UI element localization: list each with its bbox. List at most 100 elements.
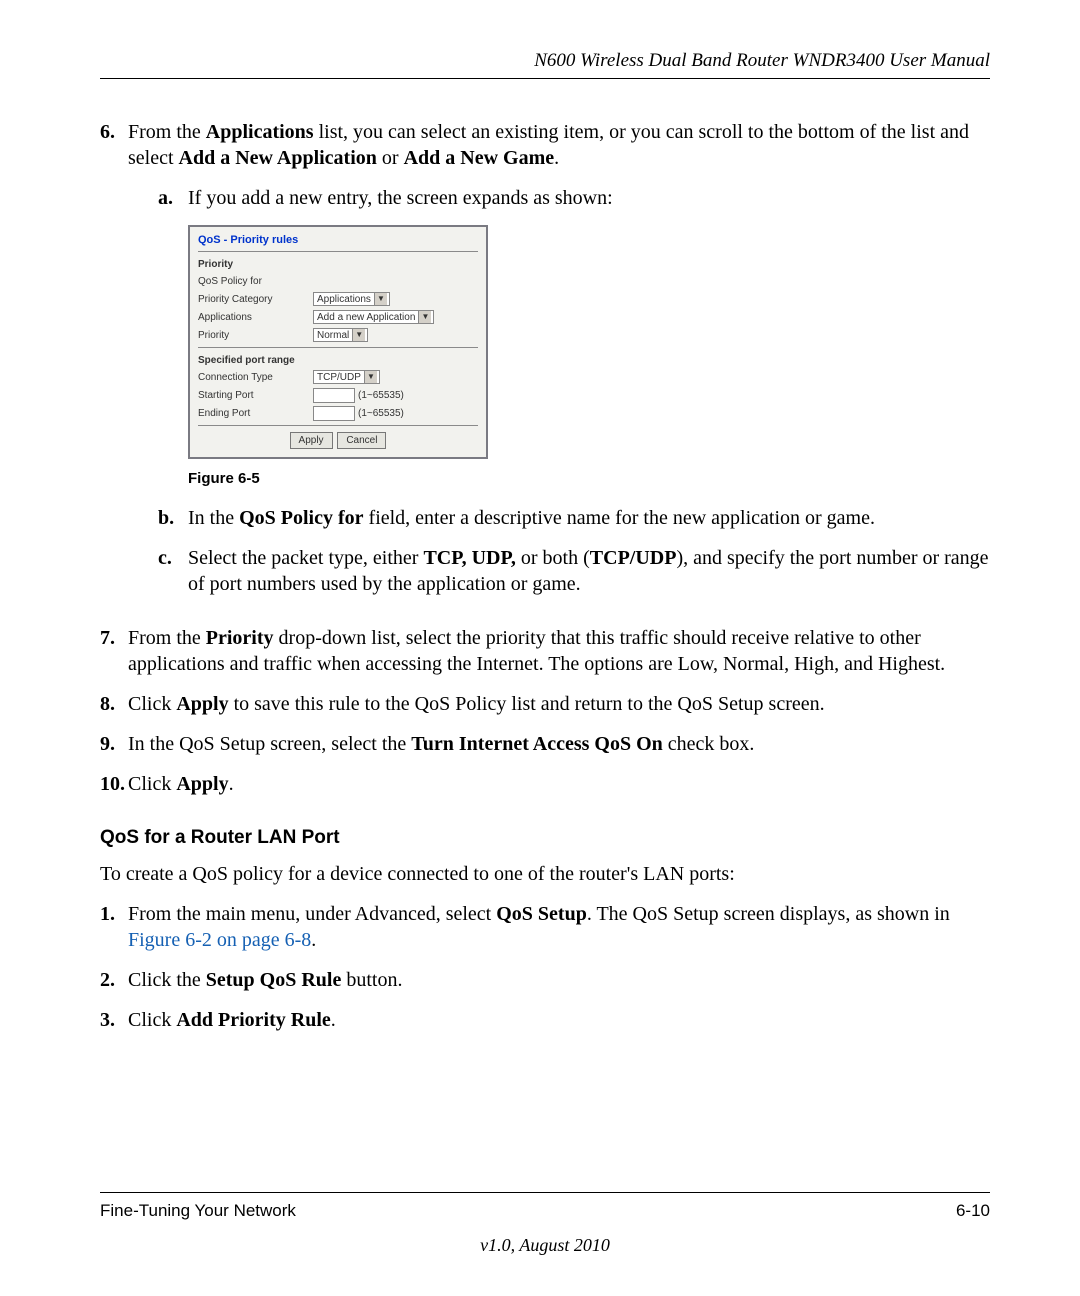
text: Click the	[128, 969, 206, 991]
substep-body: In the QoS Policy for field, enter a des…	[188, 505, 990, 531]
step-9: 9. In the QoS Setup screen, select the T…	[100, 731, 990, 757]
text: From the main menu, under Advanced, sele…	[128, 903, 496, 925]
select-value: Normal	[317, 329, 349, 342]
substep-body: If you add a new entry, the screen expan…	[188, 185, 990, 211]
step-body: Click Apply to save this rule to the QoS…	[128, 691, 990, 717]
step-7: 7. From the Priority drop-down list, sel…	[100, 625, 990, 677]
figure-6-2-link[interactable]: Figure 6-2 on page 6-8	[128, 929, 311, 951]
starting-port-input[interactable]	[313, 388, 355, 403]
text: button.	[341, 969, 402, 991]
bold-text: Applications	[206, 121, 314, 143]
fig-section-priority: Priority	[198, 258, 478, 271]
bold-text: QoS Setup	[496, 903, 587, 925]
page-header-title: N600 Wireless Dual Band Router WNDR3400 …	[100, 50, 990, 79]
step-10: 10. Click Apply.	[100, 771, 990, 797]
row-priority-category: Priority Category Applications ▼	[198, 291, 478, 307]
chevron-down-icon: ▼	[374, 293, 387, 305]
text: In the QoS Setup screen, select the	[128, 733, 411, 755]
step-6c: c. Select the packet type, either TCP, U…	[158, 545, 990, 597]
label: QoS Policy for	[198, 275, 313, 288]
divider	[198, 347, 478, 348]
step-number: 1.	[100, 901, 128, 953]
row-qos-policy-for: QoS Policy for	[198, 273, 478, 289]
text: .	[331, 1009, 336, 1031]
step-number: 9.	[100, 731, 128, 757]
main-step-list: 6. From the Applications list, you can s…	[100, 119, 990, 797]
applications-select[interactable]: Add a new Application ▼	[313, 310, 434, 324]
text: Click	[128, 1009, 176, 1031]
priority-category-select[interactable]: Applications ▼	[313, 292, 390, 306]
step-body: From the main menu, under Advanced, sele…	[128, 901, 990, 953]
step-body: Click the Setup QoS Rule button.	[128, 967, 990, 993]
priority-select[interactable]: Normal ▼	[313, 328, 368, 342]
step-number: 6.	[100, 119, 128, 611]
text: field, enter a descriptive name for the …	[364, 507, 875, 529]
qos-priority-rules-screenshot: QoS - Priority rules Priority QoS Policy…	[188, 225, 488, 459]
hint: (1~65535)	[358, 407, 404, 420]
text: or both (	[516, 547, 590, 569]
substep-body: Select the packet type, either TCP, UDP,…	[188, 545, 990, 597]
label: Priority Category	[198, 293, 313, 306]
bold-text: Add Priority Rule	[176, 1009, 330, 1031]
bold-text: Apply	[176, 693, 228, 715]
ending-port-input[interactable]	[313, 406, 355, 421]
lan-step-1: 1. From the main menu, under Advanced, s…	[100, 901, 990, 953]
step-body: From the Priority drop-down list, select…	[128, 625, 990, 677]
divider	[198, 251, 478, 252]
step-body: From the Applications list, you can sele…	[128, 119, 990, 611]
fig-section-port-range: Specified port range	[198, 354, 478, 367]
figure-caption: Figure 6-5	[188, 469, 990, 489]
bold-text: Setup QoS Rule	[206, 969, 342, 991]
select-value: Add a new Application	[317, 311, 415, 324]
chevron-down-icon: ▼	[418, 311, 431, 323]
text: Select the packet type, either	[188, 547, 423, 569]
hint: (1~65535)	[358, 389, 404, 402]
row-starting-port: Starting Port (1~65535)	[198, 387, 478, 403]
label: Connection Type	[198, 371, 313, 384]
substep-list-cont: b. In the QoS Policy for field, enter a …	[128, 505, 990, 597]
row-applications: Applications Add a new Application ▼	[198, 309, 478, 325]
step-number: 10.	[100, 771, 128, 797]
divider	[198, 425, 478, 426]
label: Ending Port	[198, 407, 313, 420]
intro-paragraph: To create a QoS policy for a device conn…	[100, 861, 990, 887]
connection-type-select[interactable]: TCP/UDP ▼	[313, 370, 380, 384]
bold-text: Turn Internet Access QoS On	[411, 733, 663, 755]
step-6: 6. From the Applications list, you can s…	[100, 119, 990, 611]
text: In the	[188, 507, 239, 529]
text: or	[377, 147, 404, 169]
footer-section-title: Fine-Tuning Your Network	[100, 1201, 296, 1221]
text: From the	[128, 627, 206, 649]
substep-letter: a.	[158, 185, 188, 211]
apply-button[interactable]: Apply	[290, 432, 333, 449]
lan-step-list: 1. From the main menu, under Advanced, s…	[100, 901, 990, 1033]
row-connection-type: Connection Type TCP/UDP ▼	[198, 369, 478, 385]
bold-text: Add a New Game	[404, 147, 555, 169]
cancel-button[interactable]: Cancel	[337, 432, 386, 449]
substep-letter: c.	[158, 545, 188, 597]
page-footer: Fine-Tuning Your Network 6-10 v1.0, Augu…	[100, 1184, 990, 1256]
text: From the	[128, 121, 206, 143]
label: Starting Port	[198, 389, 313, 402]
text: to save this rule to the QoS Policy list…	[229, 693, 825, 715]
step-number: 2.	[100, 967, 128, 993]
step-body: Click Apply.	[128, 771, 990, 797]
lan-step-3: 3. Click Add Priority Rule.	[100, 1007, 990, 1033]
text: Click	[128, 773, 176, 795]
bold-text: Priority	[206, 627, 274, 649]
text: Click	[128, 693, 176, 715]
step-number: 3.	[100, 1007, 128, 1033]
footer-version: v1.0, August 2010	[100, 1235, 990, 1256]
step-body: In the QoS Setup screen, select the Turn…	[128, 731, 990, 757]
subheading-qos-lan-port: QoS for a Router LAN Port	[100, 827, 990, 849]
chevron-down-icon: ▼	[352, 329, 365, 341]
bold-text: Apply	[176, 773, 228, 795]
bold-text: Add a New Application	[179, 147, 377, 169]
label: Applications	[198, 311, 313, 324]
footer-page-number: 6-10	[956, 1201, 990, 1221]
bold-text: TCP, UDP,	[423, 547, 515, 569]
text: . The QoS Setup screen displays, as show…	[587, 903, 950, 925]
label: Priority	[198, 329, 313, 342]
step-8: 8. Click Apply to save this rule to the …	[100, 691, 990, 717]
select-value: TCP/UDP	[317, 371, 361, 384]
